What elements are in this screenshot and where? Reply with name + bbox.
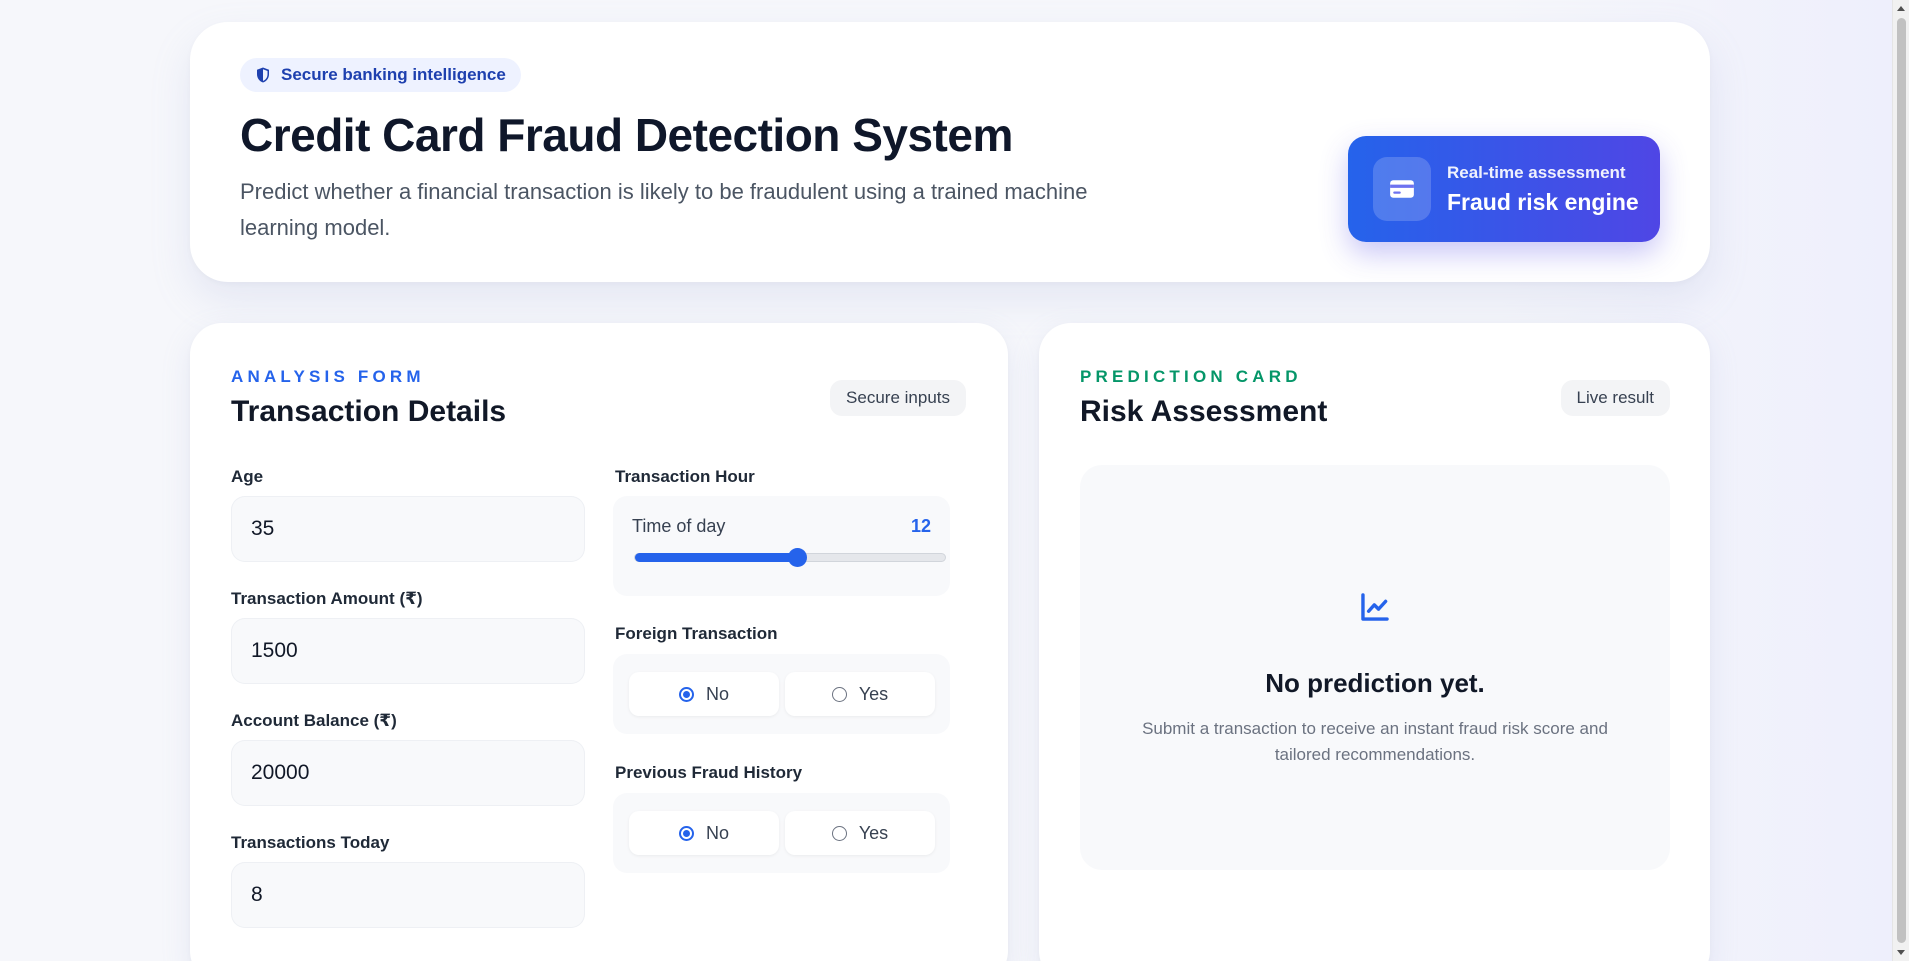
scroll-down-icon[interactable]	[1897, 950, 1905, 955]
fraud-history-no-label: No	[705, 822, 729, 843]
hour-label: Transaction Hour	[615, 467, 755, 486]
fraud-history-yes-option[interactable]: Yes	[785, 811, 935, 855]
transaction-form-panel: ANALYSIS FORM Transaction Details Secure…	[190, 323, 1008, 961]
empty-state-title: No prediction yet.	[1265, 668, 1485, 698]
fraud-history-yes-label: Yes	[858, 822, 889, 843]
page-title: Credit Card Fraud Detection System	[240, 109, 1013, 161]
fraud-history-radio-group: No Yes	[613, 793, 950, 873]
radio-checked-icon	[678, 686, 694, 702]
foreign-yes-label: Yes	[858, 683, 889, 704]
balance-label: Account Balance (₹)	[231, 711, 397, 730]
age-label: Age	[231, 467, 264, 486]
scroll-up-icon[interactable]	[1897, 6, 1905, 11]
foreign-no-label: No	[705, 683, 729, 704]
fraud-engine-badge: Real-time assessment Fraud risk engine	[1348, 136, 1660, 242]
fraud-history-no-option[interactable]: No	[629, 811, 779, 855]
time-of-day-label: Time of day	[632, 516, 726, 536]
header-card: Secure banking intelligence Credit Card …	[190, 22, 1710, 282]
scrollbar-thumb[interactable]	[1897, 18, 1906, 943]
form-title: Transaction Details	[231, 395, 507, 428]
radio-checked-icon	[678, 825, 694, 841]
engine-title: Fraud risk engine	[1447, 188, 1639, 215]
radio-unchecked-icon	[831, 686, 847, 702]
fraud-history-label: Previous Fraud History	[615, 763, 803, 782]
foreign-label: Foreign Transaction	[615, 624, 778, 643]
engine-icon-box	[1373, 157, 1431, 221]
shield-icon	[257, 67, 269, 83]
hour-slider-fill	[635, 553, 797, 562]
hour-value: 12	[910, 516, 931, 536]
security-badge: Secure banking intelligence	[240, 58, 521, 92]
engine-subtitle: Real-time assessment	[1447, 162, 1626, 182]
radio-unchecked-icon	[831, 825, 847, 841]
page-subtitle: Predict whether a financial transaction …	[240, 179, 1088, 240]
transactions-today-input[interactable]: 8	[231, 862, 585, 928]
risk-assessment-panel: PREDICTION CARD Risk Assessment Live res…	[1039, 323, 1710, 961]
age-input[interactable]: 35	[231, 496, 585, 562]
hour-slider[interactable]	[634, 548, 946, 567]
foreign-yes-option[interactable]: Yes	[785, 672, 935, 716]
chart-line-icon	[1361, 593, 1389, 621]
foreign-radio-group: No Yes	[613, 654, 950, 734]
balance-input[interactable]: 20000	[231, 740, 585, 806]
credit-card-icon	[1390, 180, 1414, 198]
form-eyebrow: ANALYSIS FORM	[231, 367, 425, 386]
secure-inputs-chip: Secure inputs	[830, 380, 966, 416]
live-result-chip: Live result	[1560, 380, 1670, 416]
foreign-no-option[interactable]: No	[629, 672, 779, 716]
result-eyebrow: PREDICTION CARD	[1080, 367, 1302, 386]
empty-state-description: Submit a transaction to receive an insta…	[1142, 719, 1608, 764]
hour-slider-thumb[interactable]	[787, 548, 807, 567]
security-badge-label: Secure banking intelligence	[281, 65, 506, 84]
hour-slider-box: Time of day 12	[613, 496, 950, 596]
page-scrollbar[interactable]	[1892, 0, 1909, 961]
result-title: Risk Assessment	[1080, 395, 1328, 428]
amount-label: Transaction Amount (₹)	[231, 589, 423, 608]
prediction-empty-state: No prediction yet. Submit a transaction …	[1080, 465, 1670, 870]
transactions-today-label: Transactions Today	[231, 833, 390, 852]
amount-input[interactable]: 1500	[231, 618, 585, 684]
